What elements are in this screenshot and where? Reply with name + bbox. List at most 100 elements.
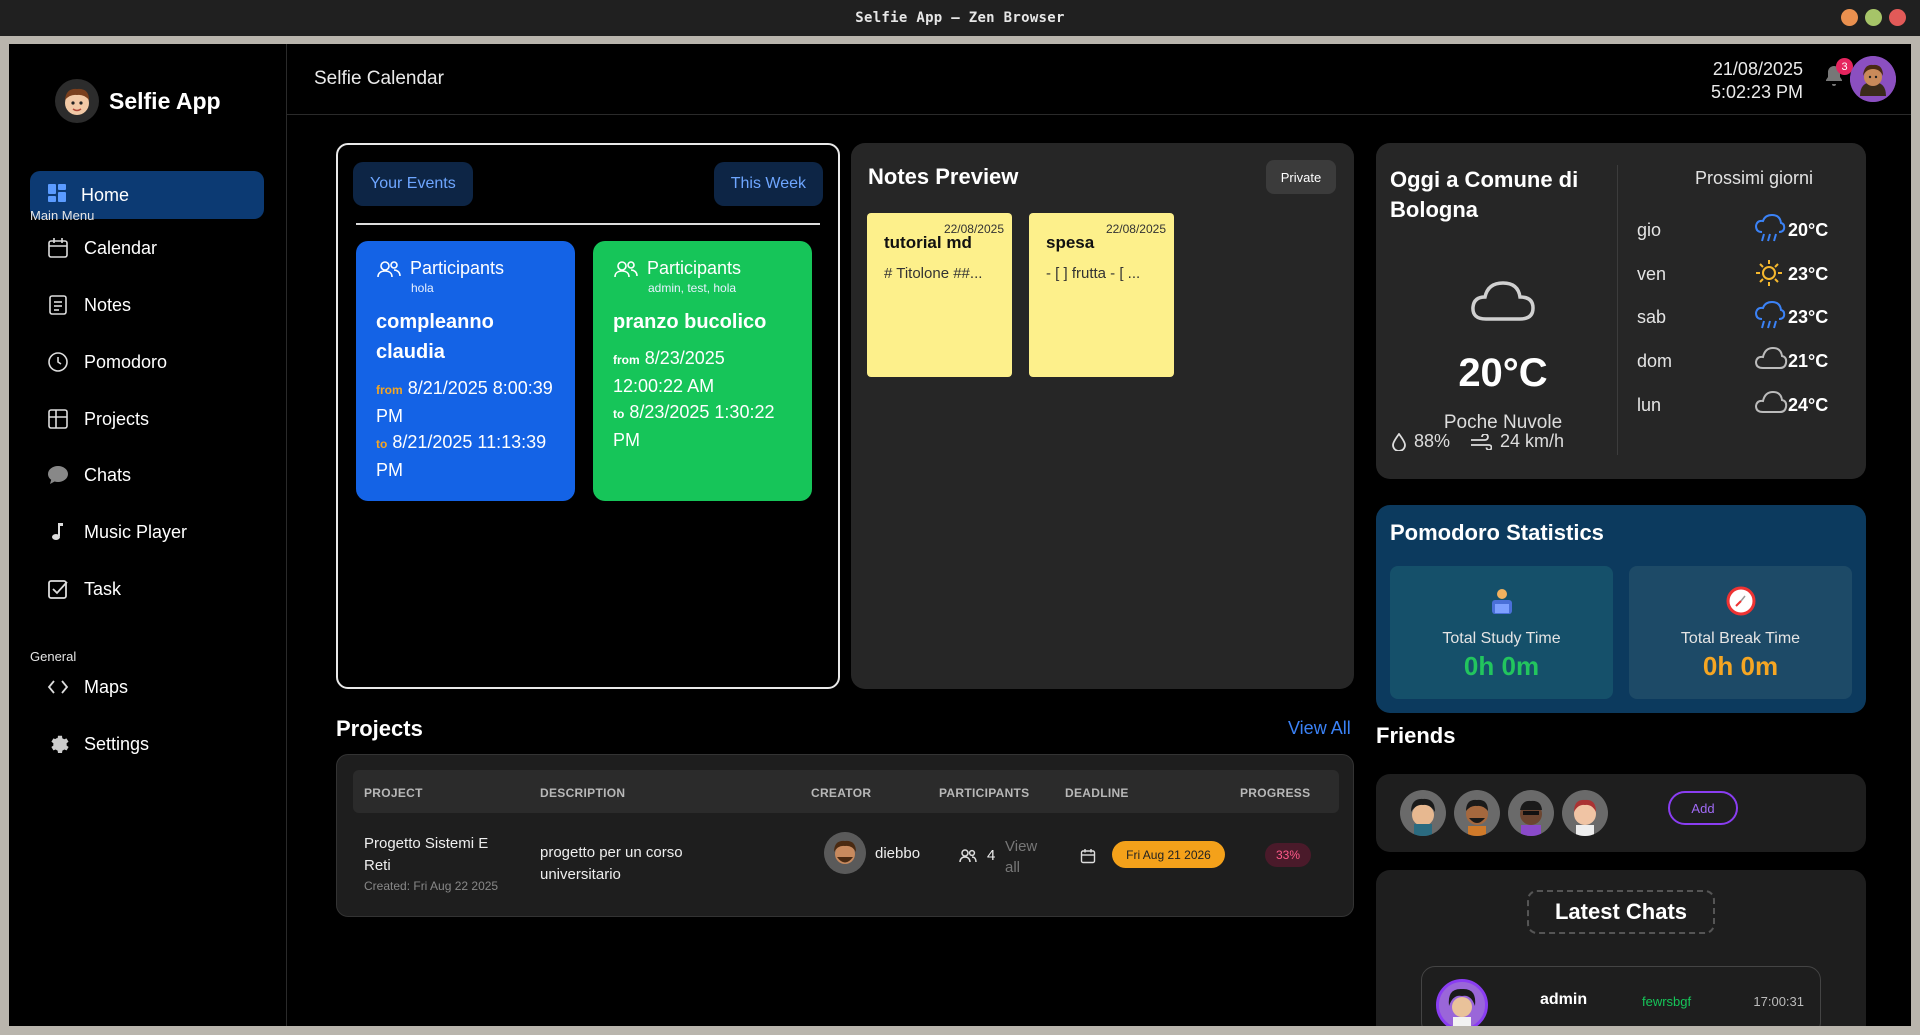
study-time-stat: Total Study Time 0h 0m [1390, 566, 1613, 699]
forecast-day: dom [1637, 350, 1673, 371]
user-avatar[interactable] [1850, 56, 1896, 102]
sidebar-item-music-player[interactable]: Music Player [46, 517, 187, 547]
friend-avatar[interactable] [1454, 790, 1500, 836]
notes-preview-title: Notes Preview [868, 164, 1019, 189]
from-label: from [376, 383, 403, 397]
sidebar-item-calendar[interactable]: Calendar [46, 233, 157, 263]
rain-icon [1754, 300, 1786, 336]
datetime-display: 21/08/2025 5:02:23 PM [1711, 58, 1803, 104]
chat-last-message: fewrsbgf [1642, 994, 1692, 1009]
event-title: compleanno claudia [376, 311, 494, 363]
cloud-icon [1468, 275, 1538, 330]
view-all-participants-link-cont[interactable]: all [1005, 859, 1020, 876]
gear-icon [46, 732, 70, 756]
maximize-button[interactable] [1865, 9, 1882, 26]
event-to: 8/23/2025 1:30:22 PM [613, 402, 775, 450]
sidebar-item-notes[interactable]: Notes [46, 290, 131, 320]
progress-badge: 33% [1265, 843, 1311, 867]
note-card[interactable]: 22/08/2025 tutorial md # Titolone ##... [867, 213, 1012, 377]
project-name-cont: Reti [364, 857, 391, 874]
latest-chats-card: Latest Chats admin fewrsbgf 17:00:31 [1376, 870, 1866, 1026]
forecast-day: ven [1637, 263, 1667, 284]
sidebar-item-projects[interactable]: Projects [46, 404, 149, 434]
project-description-cont: universitario [540, 866, 621, 883]
note-preview: # Titolone ##... [884, 265, 983, 282]
this-week-button[interactable]: This Week [713, 162, 823, 206]
study-icon [1390, 586, 1613, 618]
sidebar-item-chats[interactable]: Chats [46, 460, 131, 490]
current-date: 21/08/2025 [1712, 59, 1803, 79]
event-card[interactable]: Participants hola compleanno claudia fro… [356, 241, 575, 501]
sidebar-item-label: Task [84, 578, 122, 599]
calendar-icon [46, 236, 70, 260]
chat-preview-item[interactable]: admin fewrsbgf 17:00:31 [1421, 966, 1821, 1026]
sidebar-item-settings[interactable]: Settings [46, 729, 149, 759]
private-filter-button[interactable]: Private [1266, 160, 1336, 194]
view-all-participants-link[interactable]: View [1005, 838, 1037, 855]
note-date: 22/08/2025 [1105, 222, 1166, 236]
chat-icon [46, 463, 70, 487]
friends-title: Friends [1376, 723, 1456, 748]
note-card[interactable]: 22/08/2025 spesa - [ ] frutta - [ ... [1029, 213, 1174, 377]
add-friend-button[interactable]: Add [1668, 791, 1738, 825]
column-header[interactable]: PROGRESS [1240, 786, 1310, 800]
code-icon [46, 675, 70, 699]
your-events-button[interactable]: Your Events [353, 162, 473, 206]
project-description: progetto per un corso [540, 844, 683, 861]
close-window-button[interactable] [1889, 9, 1906, 26]
participants-count: 4 [987, 847, 996, 864]
event-card[interactable]: Participants admin, test, hola pranzo bu… [593, 241, 812, 501]
column-header[interactable]: PARTICIPANTS [939, 786, 1030, 800]
sidebar: Selfie App Home Main Menu Calendar Notes… [9, 44, 287, 1026]
study-time-value: 0h 0m [1463, 651, 1540, 681]
note-title: spesa [1046, 233, 1095, 252]
event-time: from 8/21/2025 8:00:39 PM to 8/21/2025 1… [376, 375, 555, 483]
friends-card: Add [1376, 774, 1866, 852]
forecast-temp: 21°C [1788, 350, 1829, 371]
sidebar-item-task[interactable]: Task [46, 574, 121, 604]
participants-icon [959, 849, 977, 868]
sidebar-item-label: Home [81, 184, 130, 205]
main-menu-label: Main Menu [30, 208, 95, 223]
brand[interactable]: Selfie App [55, 79, 221, 123]
sidebar-item-label: Projects [84, 408, 150, 429]
column-header[interactable]: PROJECT [364, 786, 423, 800]
friend-avatar[interactable] [1508, 790, 1554, 836]
break-time-label: Total Break Time [1680, 630, 1801, 647]
event-time: from 8/23/2025 12:00:22 AM to 8/23/2025 … [613, 345, 792, 453]
humidity-icon [1392, 432, 1406, 451]
friend-avatar[interactable] [1400, 790, 1446, 836]
column-header[interactable]: CREATOR [811, 786, 871, 800]
weather-card: Oggi a Comune di Bologna 20°C Poche Nuvo… [1376, 143, 1866, 479]
cloud-icon [1754, 389, 1788, 420]
friend-avatar[interactable] [1562, 790, 1608, 836]
sidebar-item-label: Maps [84, 676, 129, 697]
column-header[interactable]: DEADLINE [1065, 786, 1129, 800]
forecast-row: dom 21°C [1634, 346, 1854, 375]
task-icon [46, 577, 70, 601]
break-time-stat: Total Break Time 0h 0m [1629, 566, 1852, 699]
forecast-day: lun [1637, 394, 1662, 415]
forecast-temp: 20°C [1788, 219, 1829, 240]
app-root: Selfie App Home Main Menu Calendar Notes… [9, 44, 1911, 1026]
forecast-panel: Prossimi giorni gio 20°C ven 23°C sab 23… [1634, 168, 1854, 415]
latest-chats-title: Latest Chats [1527, 890, 1715, 934]
projects-icon [46, 407, 70, 431]
event-to: 8/21/2025 11:13:39 PM [376, 432, 547, 480]
sidebar-item-maps[interactable]: Maps [46, 672, 128, 702]
study-time-label: Total Study Time [1442, 630, 1561, 647]
creator-name: diebbo [875, 845, 921, 862]
break-clock-icon [1629, 586, 1852, 618]
forecast-day: gio [1637, 219, 1662, 240]
notifications-button[interactable]: 3 [1823, 58, 1853, 93]
weather-temp: 20°C [1458, 351, 1548, 395]
view-all-projects-link[interactable]: View All [1288, 718, 1351, 739]
column-header[interactable]: DESCRIPTION [540, 786, 625, 800]
participants-icon [377, 260, 401, 277]
to-label: to [613, 407, 625, 421]
sidebar-item-pomodoro[interactable]: Pomodoro [46, 347, 167, 377]
to-label: to [376, 437, 388, 451]
window-title: Selfie App — Zen Browser [855, 10, 1065, 26]
participants-names: admin, test, hola [648, 281, 737, 295]
minimize-button[interactable] [1841, 9, 1858, 26]
